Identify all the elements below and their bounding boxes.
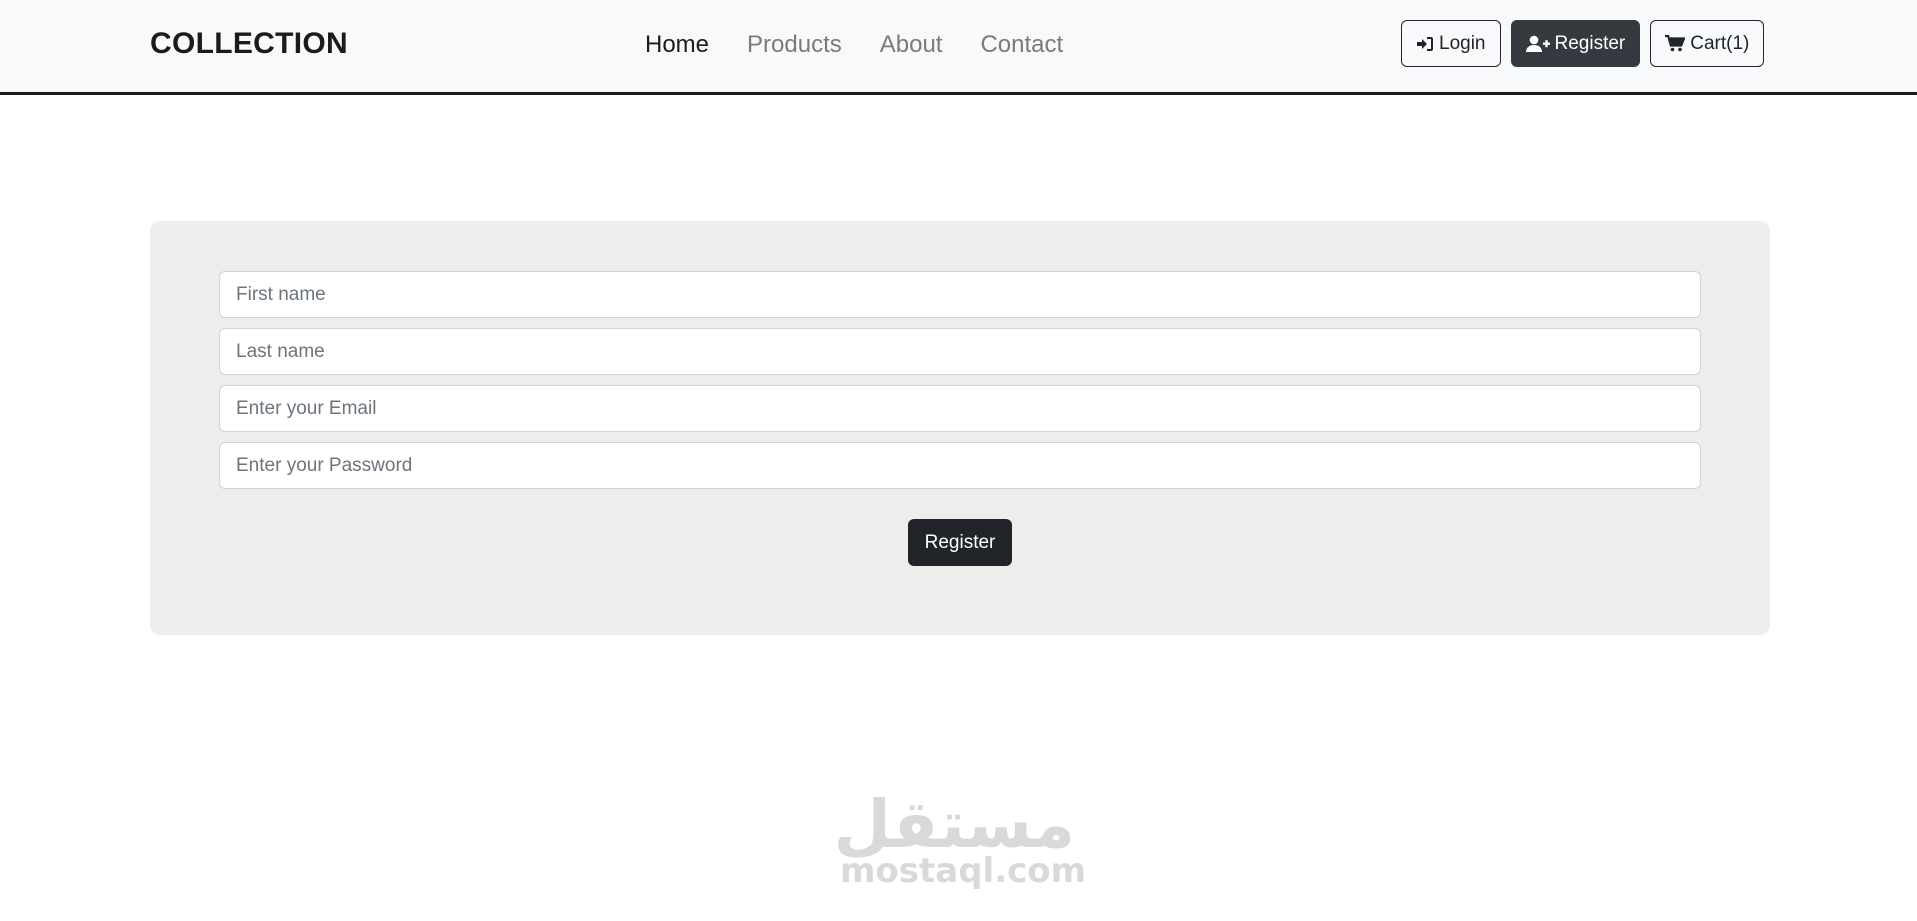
last-name-input[interactable]: [219, 328, 1701, 375]
watermark: مستقل mostaql.com: [833, 786, 1087, 891]
cart-label: Cart(1): [1690, 32, 1750, 54]
nav-links: Home Products About Contact: [645, 26, 1082, 64]
watermark-latin: mostaql.com: [840, 851, 1087, 891]
navbar: COLLECTION Home Products About Contact L…: [0, 0, 1917, 95]
sign-in-icon: [1416, 36, 1434, 52]
nav-link-about[interactable]: About: [861, 26, 962, 64]
first-name-input[interactable]: [219, 271, 1701, 318]
register-nav-label: Register: [1554, 32, 1626, 54]
login-label: Login: [1439, 32, 1486, 54]
nav-link-home[interactable]: Home: [645, 26, 728, 64]
watermark-arabic: مستقل: [833, 786, 1075, 863]
user-plus-icon: [1525, 35, 1550, 53]
login-button[interactable]: Login: [1401, 20, 1501, 67]
email-input[interactable]: [219, 385, 1701, 432]
register-nav-button[interactable]: Register: [1510, 20, 1641, 67]
register-submit-button[interactable]: Register: [908, 519, 1012, 566]
brand-logo[interactable]: COLLECTION: [150, 24, 348, 64]
register-form-panel: Register: [150, 221, 1770, 635]
nav-buttons: Login Register Cart(1): [1401, 20, 1765, 67]
password-input[interactable]: [219, 442, 1701, 489]
nav-link-products[interactable]: Products: [728, 26, 861, 64]
cart-button[interactable]: Cart(1): [1650, 20, 1765, 67]
cart-icon: [1665, 35, 1686, 52]
nav-link-contact[interactable]: Contact: [961, 26, 1082, 64]
